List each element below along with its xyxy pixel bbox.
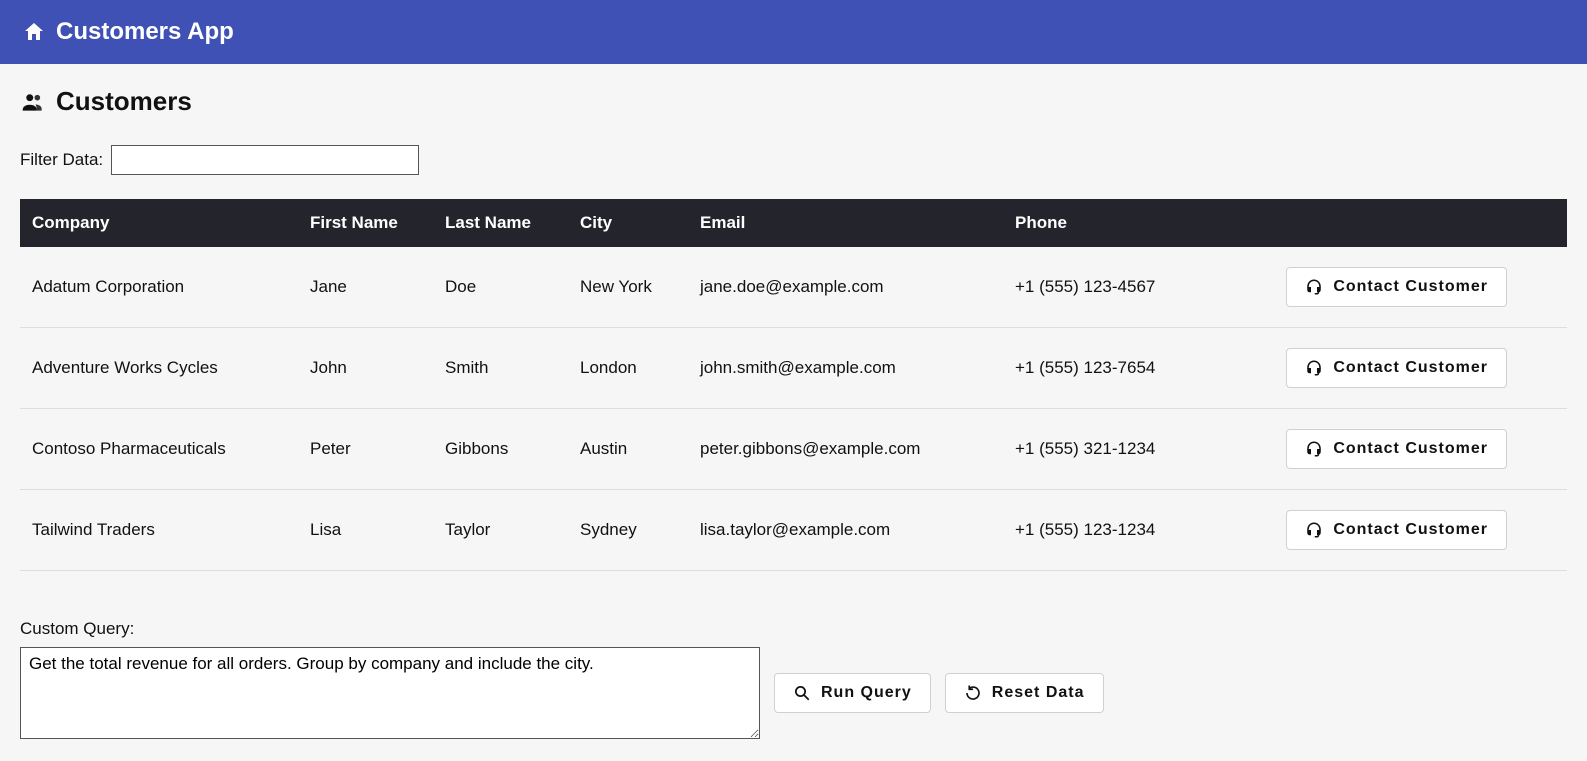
customers-table: Company First Name Last Name City Email … (20, 199, 1567, 571)
table-row: Adatum CorporationJaneDoeNew Yorkjane.do… (20, 247, 1567, 328)
headset-icon (1305, 440, 1323, 458)
cell-phone: +1 (555) 123-7654 (1005, 328, 1230, 409)
query-section: Custom Query: Run Query Reset Data (20, 619, 1567, 739)
cell-action: Contact Customer (1230, 247, 1567, 328)
page-title: Customers (56, 86, 192, 117)
col-email[interactable]: Email (690, 199, 1005, 247)
cell-first-name: Peter (300, 409, 435, 490)
reset-data-label: Reset Data (992, 684, 1085, 702)
contact-customer-label: Contact Customer (1333, 440, 1488, 458)
col-company[interactable]: Company (20, 199, 300, 247)
contact-customer-button[interactable]: Contact Customer (1286, 348, 1507, 388)
col-phone[interactable]: Phone (1005, 199, 1230, 247)
filter-label: Filter Data: (20, 150, 103, 170)
cell-email: lisa.taylor@example.com (690, 490, 1005, 571)
cell-city: London (570, 328, 690, 409)
cell-first-name: John (300, 328, 435, 409)
cell-action: Contact Customer (1230, 409, 1567, 490)
people-icon (20, 89, 46, 115)
headset-icon (1305, 521, 1323, 539)
cell-company: Tailwind Traders (20, 490, 300, 571)
cell-company: Contoso Pharmaceuticals (20, 409, 300, 490)
cell-city: New York (570, 247, 690, 328)
query-textarea[interactable] (20, 647, 760, 739)
contact-customer-button[interactable]: Contact Customer (1286, 510, 1507, 550)
page-title-row: Customers (20, 86, 1567, 117)
col-first-name[interactable]: First Name (300, 199, 435, 247)
table-row: Tailwind TradersLisaTaylorSydneylisa.tay… (20, 490, 1567, 571)
cell-last-name: Taylor (435, 490, 570, 571)
cell-last-name: Gibbons (435, 409, 570, 490)
refresh-icon (964, 684, 982, 702)
cell-email: jane.doe@example.com (690, 247, 1005, 328)
headset-icon (1305, 278, 1323, 296)
cell-first-name: Jane (300, 247, 435, 328)
search-icon (793, 684, 811, 702)
col-last-name[interactable]: Last Name (435, 199, 570, 247)
contact-customer-button[interactable]: Contact Customer (1286, 429, 1507, 469)
filter-input[interactable] (111, 145, 419, 175)
cell-first-name: Lisa (300, 490, 435, 571)
cell-email: john.smith@example.com (690, 328, 1005, 409)
contact-customer-label: Contact Customer (1333, 359, 1488, 377)
headset-icon (1305, 359, 1323, 377)
run-query-label: Run Query (821, 684, 912, 702)
contact-customer-label: Contact Customer (1333, 521, 1488, 539)
query-label: Custom Query: (20, 619, 1567, 639)
cell-city: Sydney (570, 490, 690, 571)
col-actions (1230, 199, 1567, 247)
filter-row: Filter Data: (20, 145, 1567, 175)
cell-action: Contact Customer (1230, 490, 1567, 571)
table-row: Contoso PharmaceuticalsPeterGibbonsAusti… (20, 409, 1567, 490)
reset-data-button[interactable]: Reset Data (945, 673, 1104, 713)
cell-phone: +1 (555) 123-1234 (1005, 490, 1230, 571)
cell-company: Adatum Corporation (20, 247, 300, 328)
cell-email: peter.gibbons@example.com (690, 409, 1005, 490)
app-title: Customers App (56, 18, 234, 46)
contact-customer-button[interactable]: Contact Customer (1286, 267, 1507, 307)
home-icon[interactable] (22, 20, 46, 44)
main-content: Customers Filter Data: Company First Nam… (0, 64, 1587, 761)
col-city[interactable]: City (570, 199, 690, 247)
cell-last-name: Smith (435, 328, 570, 409)
cell-phone: +1 (555) 123-4567 (1005, 247, 1230, 328)
contact-customer-label: Contact Customer (1333, 278, 1488, 296)
cell-company: Adventure Works Cycles (20, 328, 300, 409)
app-header: Customers App (0, 0, 1587, 64)
run-query-button[interactable]: Run Query (774, 673, 931, 713)
cell-phone: +1 (555) 321-1234 (1005, 409, 1230, 490)
cell-action: Contact Customer (1230, 328, 1567, 409)
table-header: Company First Name Last Name City Email … (20, 199, 1567, 247)
table-row: Adventure Works CyclesJohnSmithLondonjoh… (20, 328, 1567, 409)
cell-city: Austin (570, 409, 690, 490)
cell-last-name: Doe (435, 247, 570, 328)
